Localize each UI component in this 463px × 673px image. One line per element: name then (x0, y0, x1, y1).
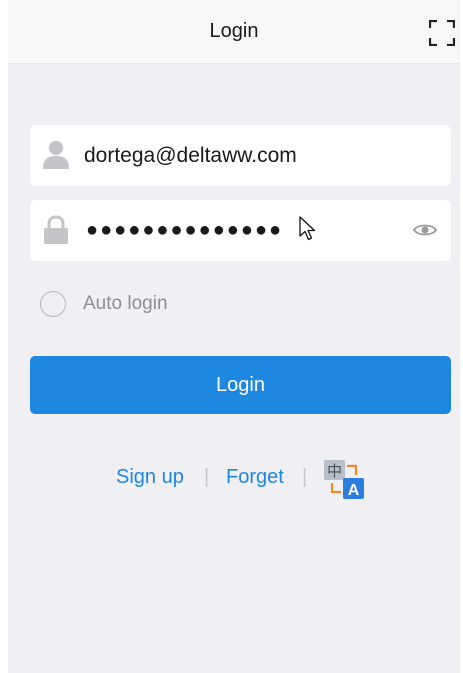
language-glyph-a: A (348, 482, 360, 499)
language-glyph-zh: 中 (327, 462, 342, 480)
forget-link[interactable]: Forget (226, 466, 284, 489)
scan-icon[interactable] (428, 19, 456, 47)
language-switch-icon[interactable]: 中 A (323, 458, 365, 500)
footer-links: Sign up | Forget | 中 A (8, 458, 460, 500)
password-field[interactable]: ●●●●●●●●●●●●●● (30, 200, 451, 261)
navigation-bar: Login (8, 0, 460, 64)
password-input[interactable]: ●●●●●●●●●●●●●● (86, 200, 283, 261)
mouse-cursor-icon (299, 216, 317, 242)
auto-login-label: Auto login (83, 293, 168, 314)
username-input[interactable] (84, 125, 424, 186)
eye-icon[interactable] (412, 222, 438, 238)
auto-login-radio[interactable] (40, 291, 66, 317)
page-title: Login (209, 20, 259, 42)
link-separator: | (302, 466, 308, 488)
login-screen: Login ● (8, 0, 460, 673)
user-icon (43, 140, 69, 170)
sign-up-link[interactable]: Sign up (116, 466, 184, 489)
username-field[interactable] (30, 125, 451, 186)
login-button[interactable]: Login (30, 356, 451, 414)
lock-icon (43, 215, 69, 245)
link-separator: | (204, 466, 210, 488)
